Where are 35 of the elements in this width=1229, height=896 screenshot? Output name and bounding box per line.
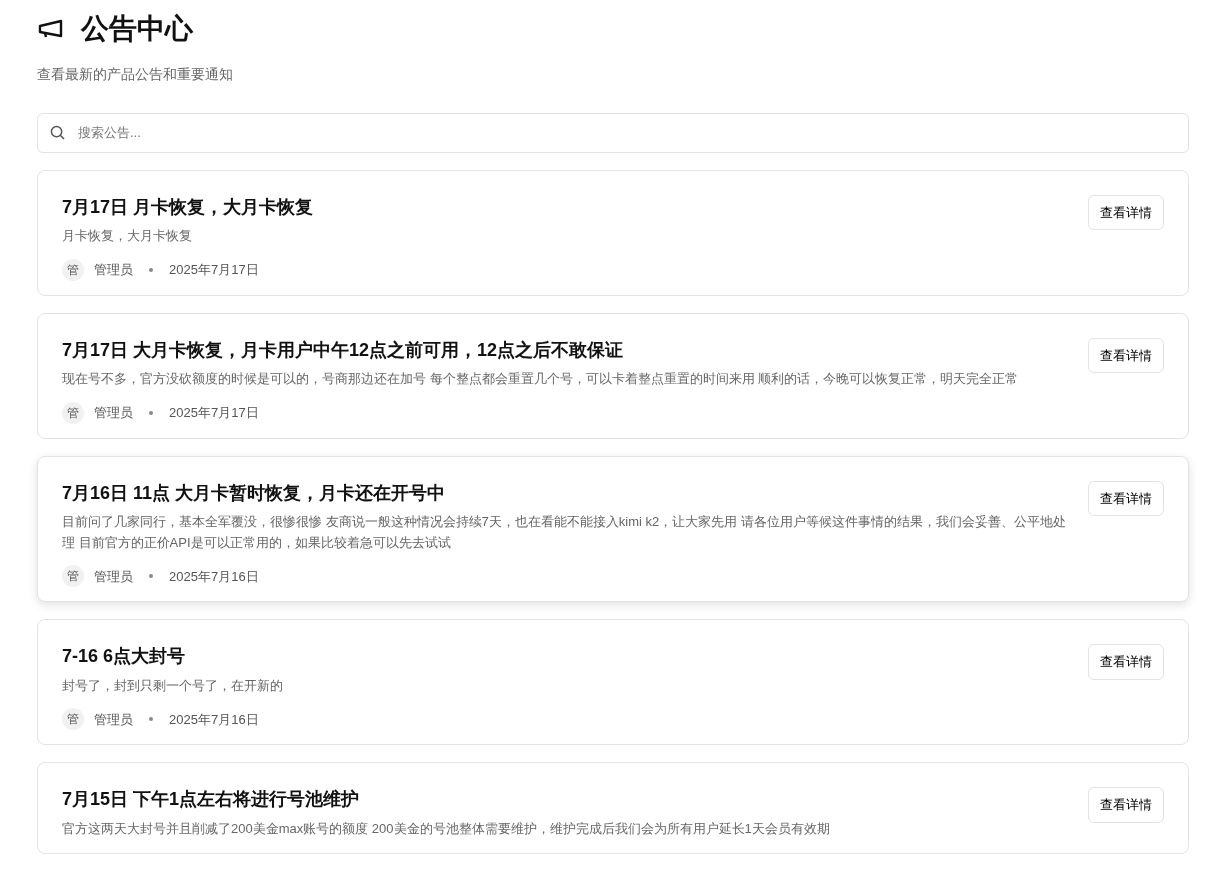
author-name: 管理员 [94,403,133,422]
publish-date: 2025年7月16日 [169,567,259,586]
author-avatar: 管 [62,401,84,424]
publish-date: 2025年7月16日 [169,710,259,729]
details-button[interactable]: 查看详情 [1088,337,1164,374]
search-field[interactable]: 搜索公告... [37,112,1189,153]
announcement-title: 7-16 6点大封号 [62,645,187,669]
announcement-summary: 官方这两天大封号并且削减了200美金max账号的额度 200美金的号池整体需要维护，维护完成后我们会为所有用户延长1天会员有效期 [62,819,831,838]
author-name: 管理员 [94,567,133,586]
details-button[interactable]: 查看详情 [1088,194,1164,231]
separator-dot [149,410,153,415]
page-subtitle: 查看最新的产品公告和重要通知 [37,64,234,84]
announcement-summary: 目前问了几家同行，基本全军覆没，很惨很惨 友商说一般这种情况会持续7天，也在看能不能接入kimi k2，让大家先用 请各位用户等候这件事情的结果，我们会妥善、公平地处理 目前官方的正价API是可以正常用的，如果比较着急可以先去试试 [62,512,1067,552]
author-avatar: 管 [62,708,84,731]
details-button[interactable]: 查看详情 [1088,480,1164,517]
megaphone-icon [37,18,65,39]
announcement-summary: 封号了，封到只剩一个号了，在开新的 [62,676,284,695]
announcement-title: 7月17日 月卡恢复，大月卡恢复 [62,195,315,219]
author-name: 管理员 [94,710,133,729]
publish-date: 2025年7月17日 [169,403,259,422]
author-name: 管理员 [94,260,133,279]
announcement-title: 7月17日 大月卡恢复，月卡用户中午12点之前可用，12点之后不敢保证 [62,338,625,362]
publish-date: 2025年7月17日 [169,260,259,279]
page-title: 公告中心 [81,12,193,46]
separator-dot [149,574,153,579]
author-avatar: 管 [62,565,84,588]
separator-dot [149,267,153,272]
announcement-summary: 月卡恢复，大月卡恢复 [62,226,193,245]
announcement-title: 7月16日 11点 大月卡暂时恢复，月卡还在开号中 [62,481,447,505]
author-avatar: 管 [62,258,84,281]
separator-dot [149,717,153,722]
announcement-summary: 现在号不多，官方没砍额度的时候是可以的，号商那边还在加号 每个整点都会重置几个号，可以卡着整点重置的时间来用 顺利的话，今晚可以恢复正常，明天完全正常 [62,369,1020,388]
announcement-title: 7月15日 下午1点左右将进行号池维护 [62,788,361,812]
details-button[interactable]: 查看详情 [1088,644,1164,680]
details-button[interactable]: 查看详情 [1088,787,1164,823]
